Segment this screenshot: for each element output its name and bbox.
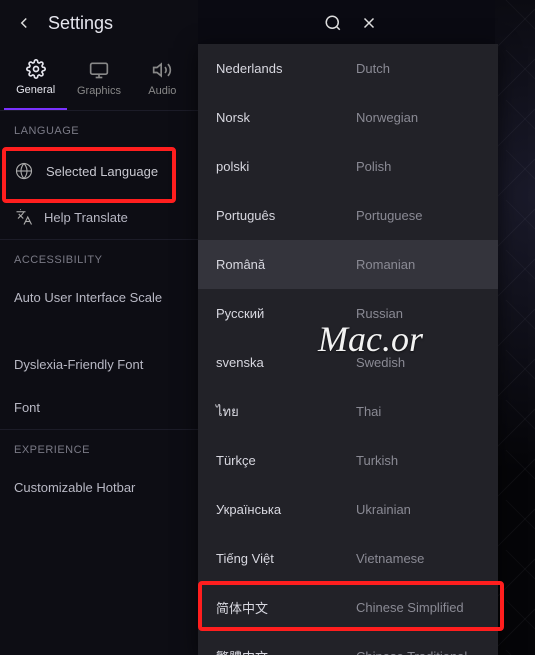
language-native-label: Română [216,257,356,272]
selected-language-item[interactable]: Selected Language [0,147,198,195]
tab-general-label: General [16,84,55,96]
language-option[interactable]: NorskNorwegian [198,93,498,142]
language-native-label: Português [216,208,356,223]
language-option[interactable]: svenskaSwedish [198,338,498,387]
language-english-label: Thai [356,404,381,419]
language-native-label: polski [216,159,356,174]
language-native-label: ไทย [216,401,356,422]
language-option[interactable]: RomânăRomanian [198,240,498,289]
translate-icon [14,207,34,227]
tab-general[interactable]: General [4,46,67,110]
help-translate-item[interactable]: Help Translate [0,195,198,239]
customizable-hotbar-label: Customizable Hotbar [14,480,135,495]
language-option[interactable]: РусскийRussian [198,289,498,338]
header: Settings [0,0,198,46]
font-item[interactable]: Font [0,386,198,429]
font-label: Font [14,400,40,415]
language-option[interactable]: 简体中文Chinese Simplified [198,583,498,632]
language-option[interactable]: Tiếng ViệtVietnamese [198,534,498,583]
back-icon[interactable] [8,7,40,39]
auto-ui-scale-item[interactable]: Auto User Interface Scale [0,276,198,319]
language-native-label: Nederlands [216,61,356,76]
section-accessibility: ACCESSIBILITY [0,239,198,276]
speaker-icon [151,59,173,81]
page-title: Settings [48,13,190,34]
language-english-label: Portuguese [356,208,423,223]
language-native-label: svenska [216,355,356,370]
language-english-label: Russian [356,306,403,321]
language-english-label: Chinese Simplified [356,600,464,615]
tab-graphics[interactable]: Graphics [67,46,130,110]
auto-ui-scale-label: Auto User Interface Scale [14,290,162,305]
language-native-label: Українська [216,502,356,517]
header-actions [317,0,385,46]
tab-audio[interactable]: Audio [131,46,194,110]
language-native-label: 繁體中文 [216,647,356,655]
tab-graphics-label: Graphics [77,85,121,97]
tabs: General Graphics Audio [0,46,198,110]
language-option[interactable]: NederlandsDutch [198,44,498,93]
language-english-label: Dutch [356,61,390,76]
background-lines [495,0,535,655]
language-english-label: Vietnamese [356,551,424,566]
section-language: LANGUAGE [0,110,198,147]
language-english-label: Ukrainian [356,502,411,517]
selected-language-label: Selected Language [46,164,158,179]
language-native-label: Norsk [216,110,356,125]
language-native-label: Tiếng Việt [216,551,356,566]
language-english-label: Chinese Traditional [356,649,467,655]
monitor-icon [88,59,110,81]
help-translate-label: Help Translate [44,210,128,225]
tab-audio-label: Audio [148,85,176,97]
language-english-label: Swedish [356,355,405,370]
language-english-label: Romanian [356,257,415,272]
dyslexia-font-item[interactable]: Dyslexia-Friendly Font [0,343,198,386]
gear-icon [25,58,47,80]
language-native-label: 简体中文 [216,598,356,617]
customizable-hotbar-item[interactable]: Customizable Hotbar [0,466,198,509]
section-experience: EXPERIENCE [0,429,198,466]
language-english-label: Polish [356,159,391,174]
language-english-label: Norwegian [356,110,418,125]
language-option[interactable]: ไทยThai [198,387,498,436]
globe-icon [14,161,34,181]
language-option[interactable]: polskiPolish [198,142,498,191]
language-dropdown: NederlandsDutchNorskNorwegianpolskiPolis… [198,44,498,655]
close-icon[interactable] [353,7,385,39]
language-option[interactable]: PortuguêsPortuguese [198,191,498,240]
language-english-label: Turkish [356,453,398,468]
settings-panel: Settings General Graphics Audio LANGUAGE… [0,0,198,655]
language-option[interactable]: 繁體中文Chinese Traditional [198,632,498,655]
language-option[interactable]: TürkçeTurkish [198,436,498,485]
language-option[interactable]: УкраїнськаUkrainian [198,485,498,534]
search-icon[interactable] [317,7,349,39]
dyslexia-font-label: Dyslexia-Friendly Font [14,357,143,372]
language-native-label: Русский [216,306,356,321]
language-native-label: Türkçe [216,453,356,468]
